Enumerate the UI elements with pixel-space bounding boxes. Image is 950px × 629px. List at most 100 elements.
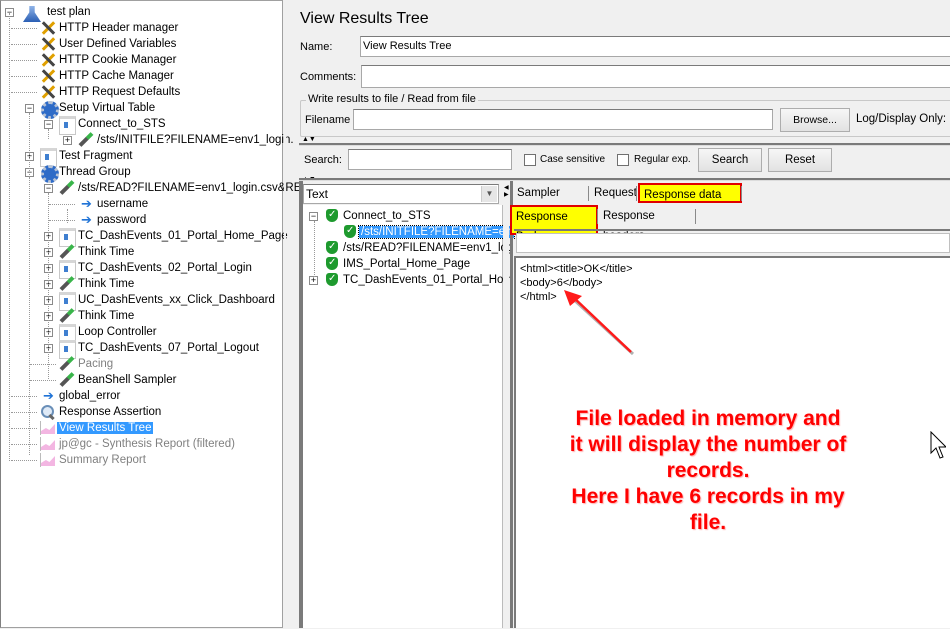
controller-icon — [39, 148, 57, 167]
annotation-line: file. — [689, 511, 727, 534]
log-display-only-label: Log/Display Only: — [856, 113, 947, 125]
tree-node[interactable]: Loop Controller — [58, 324, 159, 343]
collapse-icon[interactable]: − — [309, 212, 318, 221]
tree-node[interactable]: password — [77, 212, 148, 228]
listener-graph-icon — [39, 420, 57, 436]
tree-node[interactable]: global_error — [39, 388, 122, 404]
controller-icon — [58, 116, 76, 135]
tree-node[interactable]: HTTP Cache Manager — [39, 68, 176, 84]
tree-node[interactable]: TC_DashEvents_01_Portal_Home_Page — [58, 228, 290, 247]
tree-node-label: username — [97, 198, 149, 210]
browse-button[interactable]: Browse... — [780, 108, 850, 132]
result-item[interactable]: /sts/READ?FILENAME=env1_log — [323, 239, 515, 256]
view-results-tree-panel: View Results Tree Name: View Results Tre… — [288, 0, 950, 628]
tree-node[interactable]: Pacing — [58, 356, 115, 372]
collapse-icon[interactable]: − — [44, 184, 53, 193]
tree-node[interactable]: BeanShell Sampler — [58, 372, 178, 388]
filename-input[interactable] — [353, 109, 773, 130]
tab-separator — [695, 209, 696, 224]
listener-graph-icon — [39, 436, 57, 452]
config-tools-icon — [39, 84, 57, 100]
result-item[interactable]: /sts/INITFILE?FILENAME=en — [341, 223, 515, 240]
tree-node[interactable]: jp@gc - Synthesis Report (filtered) — [39, 436, 237, 452]
annotation-line: Here I have 6 records in my — [571, 485, 845, 508]
tree-connector — [314, 221, 315, 277]
tree-node[interactable]: Connect_to_STS — [58, 116, 168, 135]
result-item[interactable]: TC_DashEvents_01_Portal_Hom — [323, 271, 515, 288]
tree-node[interactable]: test plan — [19, 4, 92, 22]
test-plan-tree[interactable]: − test plan HTTP Header manager User Define… — [0, 0, 301, 629]
response-search-field[interactable] — [516, 233, 950, 253]
tree-connector — [9, 13, 10, 461]
tree-node[interactable]: UC_DashEvents_xx_Click_Dashboard — [58, 292, 277, 311]
search-input[interactable] — [348, 149, 512, 170]
expand-icon[interactable]: + — [309, 276, 318, 285]
assertion-magnifier-icon — [39, 404, 57, 420]
regular-exp-checkbox[interactable] — [617, 154, 629, 166]
controller-icon — [58, 324, 76, 343]
tree-node[interactable]: User Defined Variables — [39, 36, 178, 52]
tab-response-data[interactable]: Response data — [638, 183, 742, 203]
tree-connector — [11, 396, 37, 397]
renderer-select[interactable]: Text ▼ — [303, 184, 499, 204]
case-sensitive-checkbox[interactable] — [524, 154, 536, 166]
tree-node[interactable]: Thread Group — [39, 164, 133, 183]
tree-connector — [11, 412, 37, 413]
tree-node[interactable]: Setup Virtual Table — [39, 100, 157, 119]
tree-node[interactable]: TC_DashEvents_02_Portal_Login — [58, 260, 254, 279]
tree-node[interactable]: HTTP Request Defaults — [39, 84, 182, 100]
tree-connector — [11, 44, 37, 45]
controller-icon — [58, 292, 76, 311]
tree-node[interactable]: Think Time — [58, 276, 136, 292]
tree-node[interactable]: Response Assertion — [39, 404, 163, 420]
thread-group-gear-icon — [39, 164, 59, 183]
tree-node-label: User Defined Variables — [59, 38, 177, 50]
tree-node[interactable]: View Results Tree — [39, 420, 154, 436]
tree-node-label: Connect_to_STS — [78, 118, 166, 130]
vertical-splitter[interactable] — [503, 181, 509, 628]
collapse-icon[interactable]: − — [25, 104, 34, 113]
tree-node[interactable]: username — [77, 196, 150, 212]
sampler-pipette-icon — [58, 356, 76, 372]
name-input[interactable]: View Results Tree — [360, 36, 950, 57]
tab-response-headers[interactable]: Response headers — [599, 206, 696, 242]
result-item[interactable]: IMS_Portal_Home_Page — [323, 255, 472, 272]
divider — [299, 143, 950, 146]
expand-icon[interactable]: + — [63, 136, 72, 145]
tree-node[interactable]: /sts/INITFILE?FILENAME=env1_login. — [77, 132, 296, 148]
tree-node[interactable]: /sts/READ?FILENAME=env1_login.csv&RE — [58, 180, 303, 196]
result-item[interactable]: Connect_to_STS — [323, 207, 433, 224]
extractor-arrow-icon — [77, 196, 95, 212]
tree-connector — [11, 428, 37, 429]
tree-node[interactable]: Test Fragment — [39, 148, 135, 167]
tree-node[interactable]: HTTP Cookie Manager — [39, 52, 178, 68]
tab-sampler-result[interactable]: Sampler result — [513, 183, 589, 219]
tree-node[interactable]: TC_DashEvents_07_Portal_Logout — [58, 340, 261, 359]
comments-input[interactable] — [361, 65, 950, 88]
detail-tabs: Sampler resultRequestResponse data — [513, 183, 950, 219]
tree-node[interactable]: Think Time — [58, 308, 136, 324]
search-button[interactable]: Search — [698, 148, 762, 172]
tree-node-label: Test Fragment — [59, 150, 133, 162]
tab-separator — [636, 186, 637, 201]
tree-node-label: HTTP Cache Manager — [59, 70, 174, 82]
reset-button[interactable]: Reset — [768, 148, 832, 172]
renderer-selected-value: Text — [306, 187, 329, 201]
tree-node[interactable]: Think Time — [58, 244, 136, 260]
results-tree[interactable]: − Connect_to_STS/sts/INITFILE?FILENAME=en… — [303, 205, 515, 628]
extractor-arrow-icon — [77, 212, 95, 228]
tree-node[interactable]: HTTP Header manager — [39, 20, 180, 36]
success-shield-icon — [323, 255, 341, 272]
pane-border — [510, 181, 513, 628]
collapse-icon[interactable]: − — [44, 120, 53, 129]
result-item-label: /sts/INITFILE?FILENAME=en — [358, 225, 515, 239]
chevron-down-icon[interactable]: ▼ — [481, 186, 497, 202]
tab-request[interactable]: Request — [590, 183, 637, 203]
splitter-arrows-icon[interactable]: ▲▼ — [302, 136, 316, 143]
tree-connector — [11, 444, 37, 445]
tree-node-label: Summary Report — [59, 454, 146, 466]
tree-node[interactable]: Summary Report — [39, 452, 148, 468]
tree-connector — [11, 60, 37, 61]
splitter-arrows-icon[interactable]: ◀ ▶ — [504, 185, 509, 199]
panel-title: View Results Tree — [300, 10, 429, 27]
